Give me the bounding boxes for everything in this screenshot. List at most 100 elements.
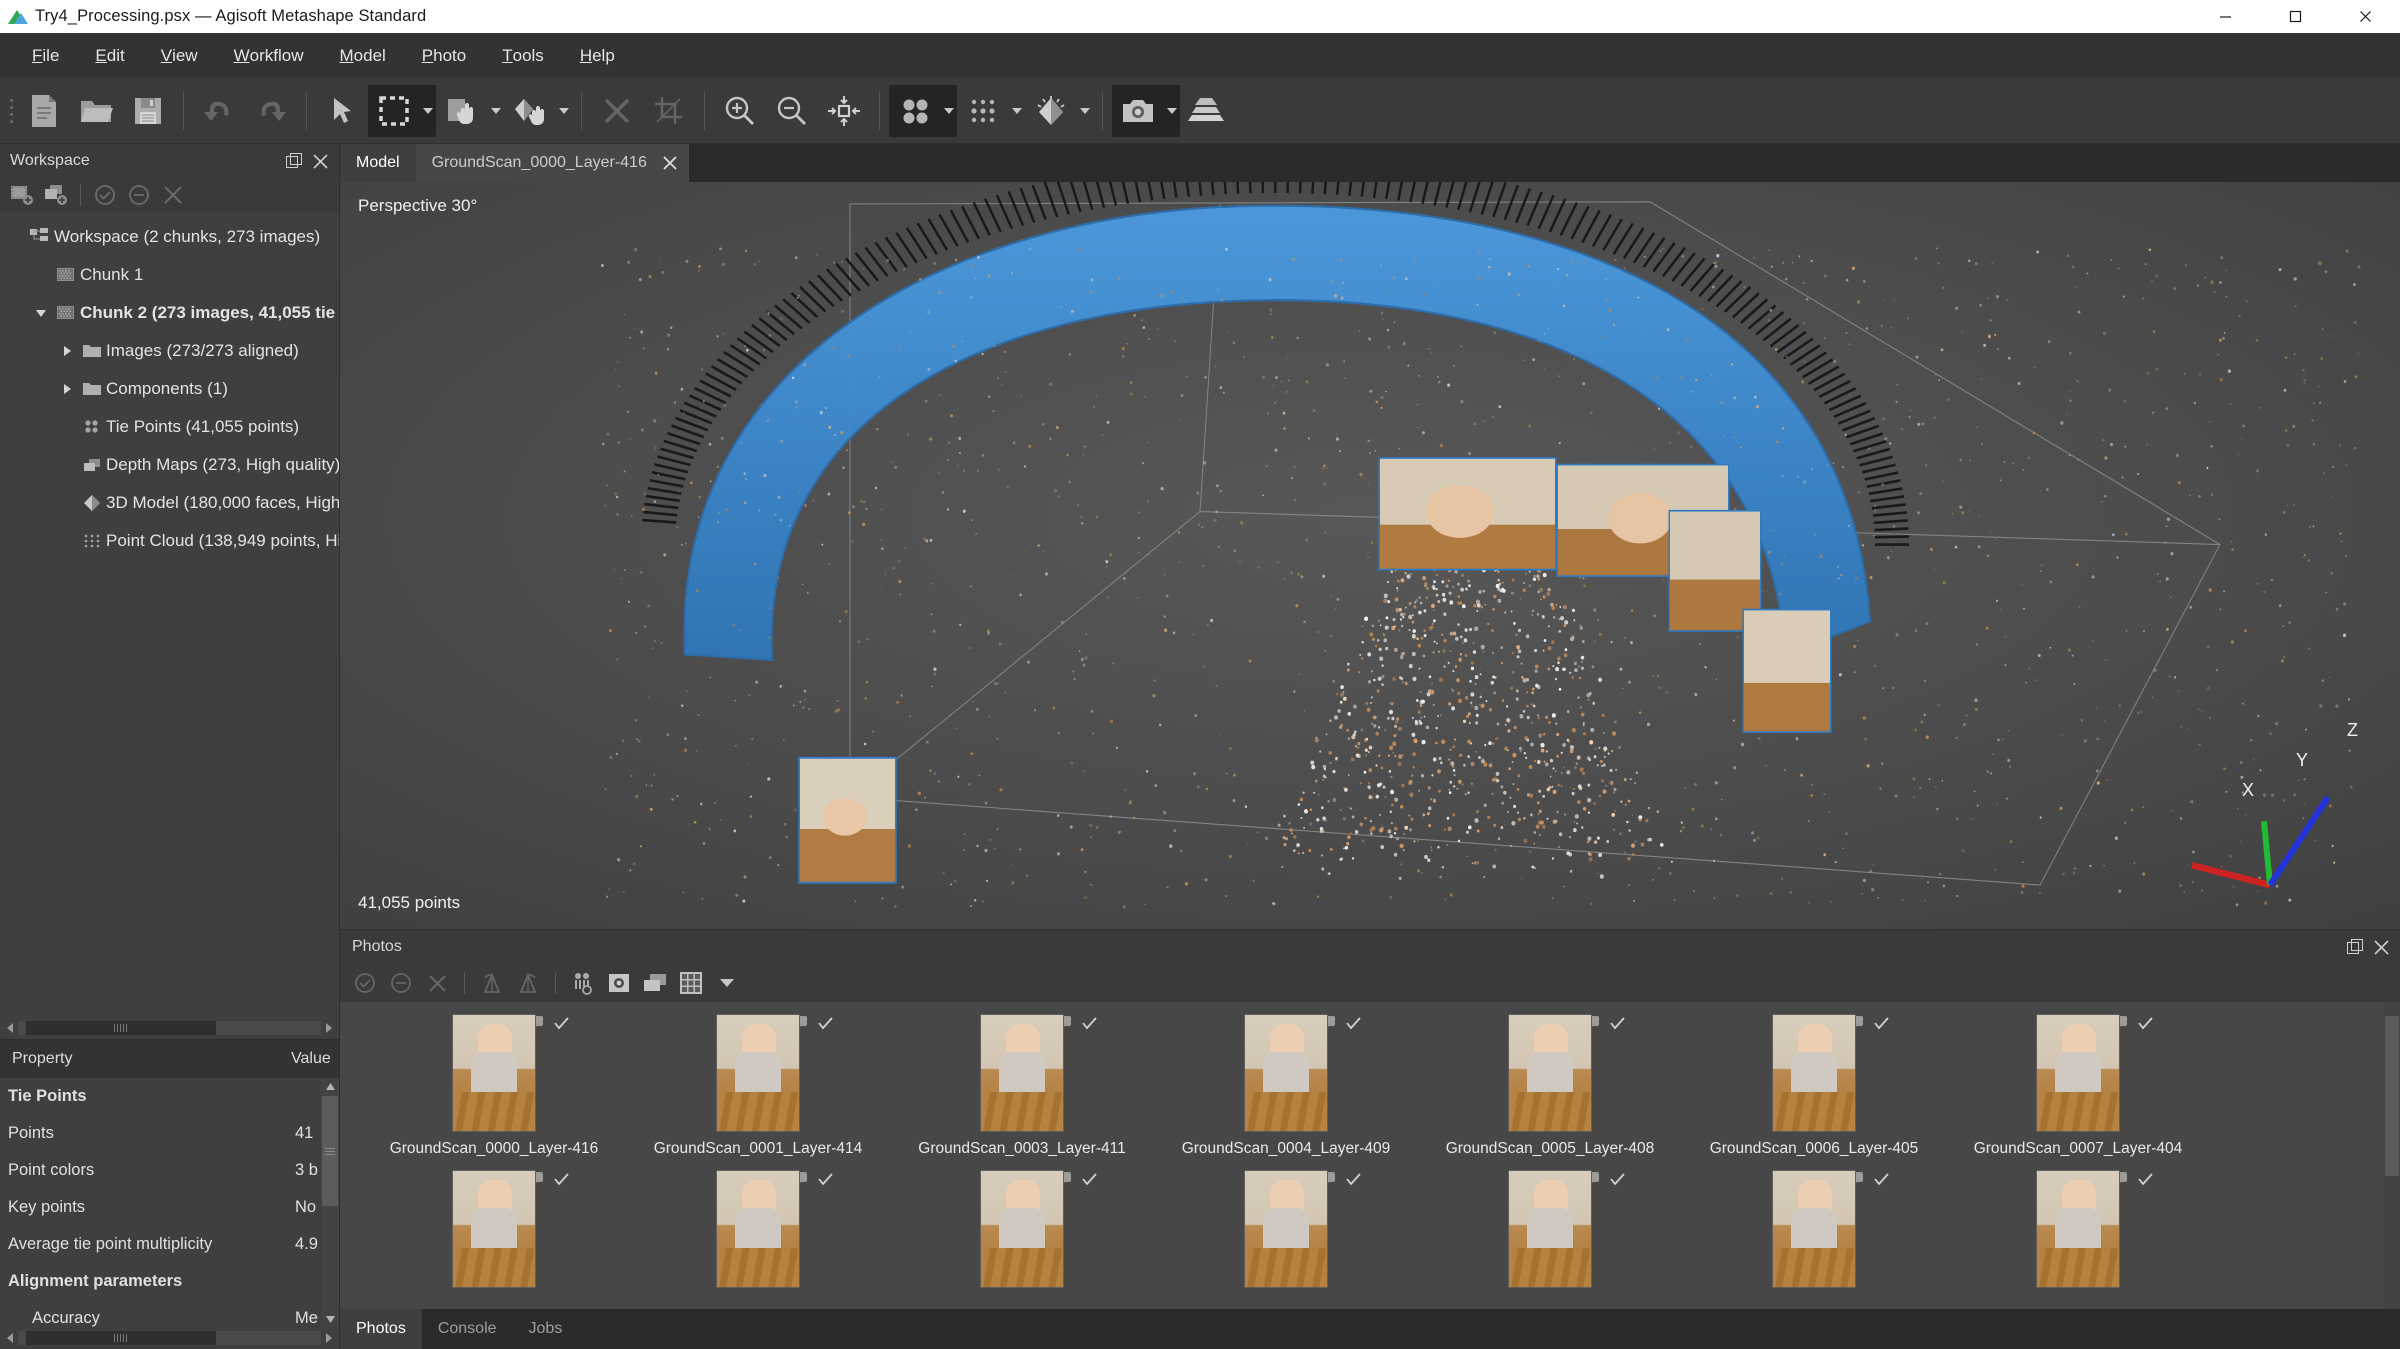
resize-region-chevron-down-icon[interactable] — [556, 85, 572, 137]
disable-photo-icon[interactable] — [384, 968, 418, 998]
close-button[interactable] — [2330, 0, 2400, 33]
tab-console[interactable]: Console — [422, 1309, 513, 1349]
disable-item-icon[interactable] — [123, 181, 155, 209]
thumbnails-vscroll-thumb[interactable] — [2385, 1016, 2399, 1176]
thumbnail-image[interactable] — [1244, 1014, 1328, 1132]
rotate-right-icon[interactable] — [511, 968, 545, 998]
workspace-hscrollbar[interactable] — [0, 1017, 339, 1039]
property-row[interactable]: Tie Points — [0, 1078, 339, 1115]
photos-close-icon[interactable] — [2368, 934, 2394, 960]
filter-by-points-icon[interactable] — [566, 968, 600, 998]
dense-cloud-view-group[interactable] — [957, 85, 1025, 137]
undo-icon[interactable] — [193, 85, 245, 137]
photos-float-icon[interactable] — [2342, 934, 2368, 960]
shaded-model-view-chevron-down-icon[interactable] — [1077, 85, 1093, 137]
maximize-button[interactable] — [2260, 0, 2330, 33]
shaded-model-view-group[interactable] — [1025, 85, 1093, 137]
property-vscrollbar[interactable] — [321, 1078, 339, 1327]
photo-thumbnail-item[interactable] — [626, 1158, 890, 1296]
new-project-icon[interactable] — [18, 85, 70, 137]
property-hscroll-left-icon[interactable] — [2, 1330, 18, 1346]
property-row[interactable]: Key points No — [0, 1189, 339, 1226]
workspace-tree[interactable]: Workspace (2 chunks, 273 images) Chunk 1 C… — [0, 212, 339, 1017]
property-row[interactable]: Point colors 3 b — [0, 1152, 339, 1189]
chevron-down-icon[interactable] — [30, 310, 52, 317]
point-cloud-view-group[interactable] — [889, 84, 957, 137]
enabled-check-icon[interactable] — [1874, 1172, 1889, 1191]
redo-icon[interactable] — [245, 85, 297, 137]
photo-thumbnail-item[interactable]: GroundScan_0005_Layer-408 — [1418, 1002, 1682, 1158]
resize-region-icon[interactable] — [504, 85, 556, 137]
property-row[interactable]: Average tie point multiplicity 4.9 — [0, 1226, 339, 1263]
thumbnail-size-chevron-down-icon[interactable] — [710, 968, 744, 998]
workspace-float-icon[interactable] — [281, 148, 307, 174]
property-row[interactable]: Points 41 — [0, 1115, 339, 1152]
tree-item-3d[interactable]: 3D Model (180,000 faces, High quality) — [0, 484, 339, 522]
photo-thumbnail-item[interactable] — [1154, 1158, 1418, 1296]
enabled-check-icon[interactable] — [1346, 1172, 1361, 1191]
tree-item-depth[interactable]: Depth Maps (273, High quality) — [0, 446, 339, 484]
reset-filter-icon[interactable] — [602, 968, 636, 998]
show-layers-icon[interactable] — [1180, 85, 1232, 137]
menu-edit[interactable]: Edit — [77, 33, 142, 78]
enabled-check-icon[interactable] — [554, 1016, 569, 1035]
thumbnails-vscrollbar[interactable] — [2384, 1002, 2400, 1309]
property-row[interactable]: Accuracy Me — [0, 1300, 339, 1327]
thumbnail-size-icon[interactable] — [674, 968, 708, 998]
menu-workflow[interactable]: Workflow — [216, 33, 322, 78]
thumbnail-image[interactable] — [1508, 1170, 1592, 1288]
move-region-icon[interactable] — [436, 85, 488, 137]
photo-thumbnail-item[interactable]: GroundScan_0003_Layer-411 — [890, 1002, 1154, 1158]
dense-cloud-view-icon[interactable] — [957, 85, 1009, 137]
chevron-right-icon[interactable] — [56, 346, 78, 356]
property-vscroll-up-icon[interactable] — [321, 1078, 339, 1094]
tree-item-tie[interactable]: Tie Points (41,055 points) — [0, 408, 339, 446]
property-vscroll-thumb[interactable] — [322, 1096, 338, 1206]
tab-close-icon[interactable] — [659, 152, 681, 174]
move-region-group[interactable] — [436, 85, 504, 137]
photo-thumbnail-item[interactable]: GroundScan_0001_Layer-414 — [626, 1002, 890, 1158]
tab-photo-groundscan[interactable]: GroundScan_0000_Layer-416 — [415, 144, 689, 182]
menu-help[interactable]: Help — [562, 33, 633, 78]
tree-item-workspace[interactable]: Workspace (2 chunks, 273 images) — [0, 218, 339, 256]
rotate-left-icon[interactable] — [475, 968, 509, 998]
thumbnail-image[interactable] — [1508, 1014, 1592, 1132]
rectangle-selection-chevron-down-icon[interactable] — [420, 85, 436, 137]
photo-thumbnail-item[interactable] — [1418, 1158, 1682, 1296]
minimize-button[interactable] — [2190, 0, 2260, 33]
menu-tools[interactable]: Tools — [484, 33, 562, 78]
tab-jobs[interactable]: Jobs — [513, 1309, 579, 1349]
property-row[interactable]: Alignment parameters — [0, 1263, 339, 1300]
enabled-check-icon[interactable] — [1346, 1016, 1361, 1035]
photo-thumbnails-grid[interactable]: GroundScan_0000_Layer-416 GroundScan_0001… — [340, 1002, 2400, 1309]
remove-item-icon[interactable] — [157, 181, 189, 209]
thumbnail-image[interactable] — [1772, 1014, 1856, 1132]
tab-model[interactable]: Model — [340, 144, 416, 182]
tree-item-point[interactable]: Point Cloud (138,949 points, High qualit… — [0, 522, 339, 560]
property-hscroll-thumb[interactable] — [26, 1331, 216, 1345]
enabled-check-icon[interactable] — [1610, 1172, 1625, 1191]
zoom-out-icon[interactable] — [766, 85, 818, 137]
enabled-check-icon[interactable] — [2138, 1172, 2153, 1191]
property-hscroll-right-icon[interactable] — [321, 1330, 337, 1346]
property-hscrollbar[interactable] — [0, 1327, 339, 1349]
reset-view-icon[interactable] — [818, 85, 870, 137]
hscroll-track[interactable] — [18, 1021, 321, 1035]
thumbnail-image[interactable] — [452, 1014, 536, 1132]
show-cameras-icon[interactable] — [1112, 85, 1164, 137]
enabled-check-icon[interactable] — [2138, 1016, 2153, 1035]
crop-selection-icon[interactable] — [643, 85, 695, 137]
point-cloud-view-icon[interactable] — [889, 85, 941, 137]
photo-thumbnail-item[interactable] — [362, 1158, 626, 1296]
thumbnail-image[interactable] — [716, 1170, 800, 1288]
open-project-icon[interactable] — [70, 85, 122, 137]
tree-item-chunk[interactable]: Chunk 1 — [0, 256, 339, 294]
dense-cloud-view-chevron-down-icon[interactable] — [1009, 85, 1025, 137]
workspace-close-icon[interactable] — [307, 148, 333, 174]
hscroll-left-icon[interactable] — [2, 1020, 18, 1036]
navigation-arrow-icon[interactable] — [316, 85, 368, 137]
photo-thumbnail-item[interactable]: GroundScan_0006_Layer-405 — [1682, 1002, 1946, 1158]
chevron-right-icon[interactable] — [56, 384, 78, 394]
tree-item-images[interactable]: Images (273/273 aligned) — [0, 332, 339, 370]
enabled-check-icon[interactable] — [1082, 1016, 1097, 1035]
